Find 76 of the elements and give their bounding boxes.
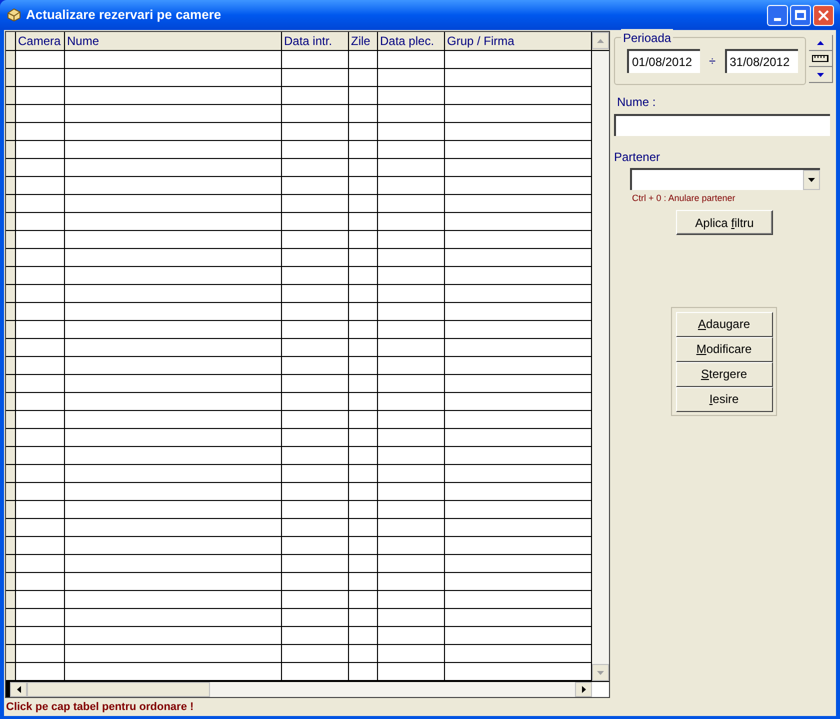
column-header[interactable]: Nume xyxy=(65,32,282,50)
row-selector[interactable] xyxy=(6,609,16,626)
row-selector[interactable] xyxy=(6,555,16,572)
row-selector[interactable] xyxy=(6,285,16,302)
row-selector[interactable] xyxy=(6,357,16,374)
calendar-button[interactable] xyxy=(809,51,833,67)
partner-dropdown[interactable] xyxy=(630,168,820,190)
row-selector[interactable] xyxy=(6,87,16,104)
date-field[interactable]: 31/08/2012 xyxy=(724,49,798,73)
row-selector[interactable] xyxy=(6,375,16,392)
row-selector[interactable] xyxy=(6,447,16,464)
action-button[interactable]: Adaugare xyxy=(676,312,772,336)
vertical-scrollbar[interactable] xyxy=(592,51,609,681)
name-label: Nume : xyxy=(617,95,657,109)
row-selector[interactable] xyxy=(6,591,16,608)
scroll-thumb[interactable] xyxy=(27,682,210,697)
name-field[interactable] xyxy=(614,114,830,136)
dropdown-arrow-icon xyxy=(808,178,815,182)
column-header[interactable]: Data plec. xyxy=(378,32,445,50)
down-arrow-icon xyxy=(597,670,604,674)
row-selector[interactable] xyxy=(6,339,16,356)
apply-filter-button[interactable]: Aplica filtru xyxy=(676,210,773,235)
row-selector[interactable] xyxy=(6,411,16,428)
row-selector[interactable] xyxy=(6,627,16,644)
row-selector[interactable] xyxy=(6,393,16,410)
scroll-right-button[interactable] xyxy=(575,682,592,697)
row-selector[interactable] xyxy=(6,105,16,122)
row-selector[interactable] xyxy=(6,267,16,284)
row-selector[interactable] xyxy=(6,465,16,482)
window-title: Actualizare rezervari pe camere xyxy=(26,6,222,24)
date-field[interactable]: 01/08/2012 xyxy=(627,49,700,73)
ruler-icon xyxy=(812,54,830,63)
minimize-button[interactable] xyxy=(767,4,788,26)
row-selector[interactable] xyxy=(6,501,16,518)
hint-text: Ctrl + 0 : Anulare partener xyxy=(632,193,736,204)
row-selector[interactable] xyxy=(6,573,16,590)
row-selector[interactable] xyxy=(6,645,16,662)
row-selector[interactable] xyxy=(6,663,16,680)
action-button[interactable]: Stergere xyxy=(676,362,772,386)
row-selector[interactable] xyxy=(6,519,16,536)
status-text: Click pe cap tabel pentru ordonare ! xyxy=(5,700,195,715)
close-icon xyxy=(818,10,829,20)
column-header[interactable]: Data intr. xyxy=(282,32,349,50)
row-selector[interactable] xyxy=(6,321,16,338)
down-arrow-icon xyxy=(817,72,824,76)
column-header[interactable]: Zile xyxy=(349,32,378,50)
up-arrow-icon xyxy=(597,38,604,42)
scroll-left-button[interactable] xyxy=(10,682,27,697)
row-selector[interactable] xyxy=(6,69,16,86)
maximize-button[interactable] xyxy=(790,4,811,26)
action-button[interactable]: Modificare xyxy=(676,336,772,362)
row-selector[interactable] xyxy=(6,483,16,500)
app-icon xyxy=(6,7,22,23)
up-arrow-icon xyxy=(817,40,824,44)
horizontal-scrollbar[interactable] xyxy=(10,682,592,697)
action-button[interactable]: Iesire xyxy=(676,386,772,412)
left-arrow-icon xyxy=(16,686,20,693)
row-selector[interactable] xyxy=(6,537,16,554)
row-selector[interactable] xyxy=(6,177,16,194)
row-selector[interactable] xyxy=(6,51,16,68)
down-button[interactable] xyxy=(809,67,833,83)
row-selector[interactable] xyxy=(6,213,16,230)
row-selector[interactable] xyxy=(6,429,16,446)
separator-symbol: ÷ xyxy=(709,53,716,70)
row-selector[interactable] xyxy=(6,195,16,212)
row-selector[interactable] xyxy=(6,123,16,140)
right-arrow-icon xyxy=(582,686,586,693)
close-button[interactable] xyxy=(813,4,834,26)
partner-label: Partener xyxy=(614,150,662,164)
row-selector[interactable] xyxy=(6,249,16,266)
column-header[interactable]: Camera xyxy=(16,32,65,50)
row-selector[interactable] xyxy=(6,303,16,320)
row-selector[interactable] xyxy=(6,231,16,248)
row-selector[interactable] xyxy=(6,159,16,176)
up-button[interactable] xyxy=(809,35,833,51)
row-selector[interactable] xyxy=(6,141,16,158)
